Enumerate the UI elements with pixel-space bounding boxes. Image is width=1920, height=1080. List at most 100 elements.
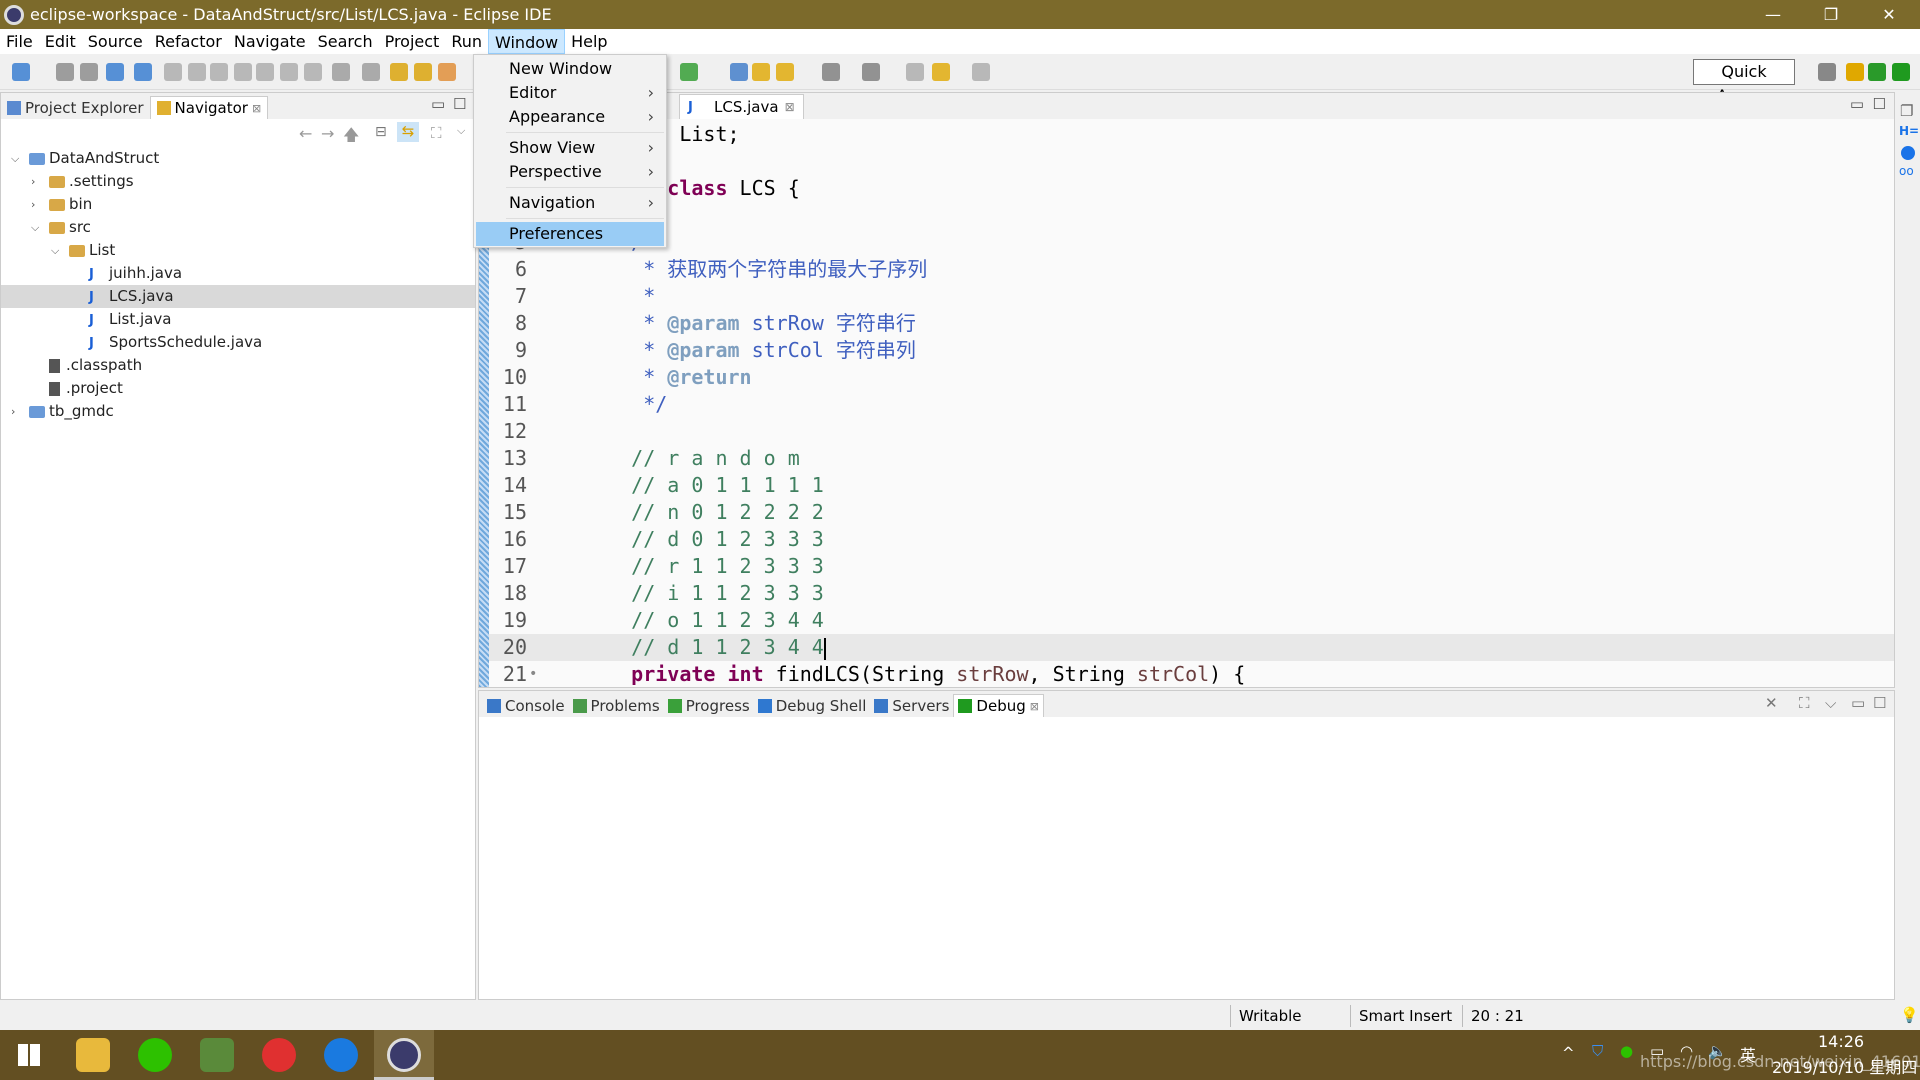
run-icon[interactable] bbox=[680, 63, 698, 81]
open-type-icon[interactable] bbox=[730, 63, 748, 81]
terminate-icon[interactable] bbox=[210, 63, 228, 81]
expand-icon[interactable]: › bbox=[11, 400, 15, 423]
tab-console[interactable]: Console bbox=[483, 695, 569, 717]
java-ee-perspective-icon[interactable] bbox=[1846, 63, 1864, 81]
wechat-tray-icon[interactable]: ● bbox=[1620, 1042, 1633, 1060]
tree-item[interactable]: Jjuihh.java bbox=[1, 262, 475, 285]
start-icon[interactable] bbox=[18, 1044, 40, 1066]
tree-item[interactable]: J List.java bbox=[1, 308, 475, 331]
menu-source[interactable]: Source bbox=[82, 29, 149, 54]
next-annotation-icon[interactable] bbox=[822, 63, 840, 81]
close-view-icon[interactable]: ⊠ bbox=[252, 102, 261, 115]
lightbulb-icon[interactable]: 💡 bbox=[1900, 1006, 1919, 1024]
task-list-icon[interactable] bbox=[1901, 146, 1915, 160]
menu-edit[interactable]: Edit bbox=[39, 29, 82, 54]
back-icon[interactable]: ← bbox=[299, 124, 312, 143]
collapse-icon[interactable]: ⌵ bbox=[11, 147, 19, 170]
tab-navigator[interactable]: Navigator ⊠ bbox=[149, 96, 269, 119]
last-edit-icon[interactable] bbox=[906, 63, 924, 81]
expand-icon[interactable]: › bbox=[31, 193, 35, 216]
run-to-line-icon[interactable] bbox=[390, 63, 408, 81]
tree-item[interactable]: ⌵ DataAndStruct bbox=[1, 147, 475, 170]
minimize-editor-icon[interactable]: ▭ bbox=[1850, 95, 1864, 113]
menu-file[interactable]: File bbox=[0, 29, 39, 54]
close-view-icon[interactable]: ⊠ bbox=[1030, 700, 1039, 713]
security-icon[interactable]: ⛉ bbox=[1592, 1042, 1603, 1060]
restore-icon[interactable]: ❐ bbox=[1900, 102, 1913, 120]
back-icon[interactable] bbox=[932, 63, 950, 81]
expand-icon[interactable]: › bbox=[31, 170, 35, 193]
menu-item-editor[interactable]: Editor › bbox=[476, 81, 664, 105]
maximize-editor-icon[interactable]: ☐ bbox=[1873, 95, 1886, 113]
minimize-view-icon[interactable]: ▭ bbox=[431, 95, 445, 113]
view-menu-icon[interactable]: ⌵ bbox=[457, 124, 465, 138]
breakpoints-icon[interactable]: oo bbox=[1899, 164, 1914, 178]
menu-item-perspective[interactable]: Perspective › bbox=[476, 160, 664, 184]
save-icon[interactable] bbox=[56, 63, 74, 81]
tree-item[interactable]: J LCS.java bbox=[1, 285, 475, 308]
toggle-mark-occurrences-icon[interactable] bbox=[438, 63, 456, 81]
tree-item[interactable]: .classpath bbox=[1, 354, 475, 377]
menu-item-navigation[interactable]: Navigation › bbox=[476, 191, 664, 215]
menu-project[interactable]: Project bbox=[379, 29, 446, 54]
tab-progress[interactable]: Progress bbox=[664, 695, 754, 717]
menu-help[interactable]: Help bbox=[565, 29, 613, 54]
quick-access-input[interactable]: Quick Access bbox=[1693, 59, 1795, 105]
debug-target-icon[interactable] bbox=[106, 63, 124, 81]
tree-item[interactable]: J SportsSchedule.java bbox=[1, 331, 475, 354]
code-editor[interactable]: 1package List;23public class LCS {45 /**… bbox=[479, 119, 1894, 687]
tree-item[interactable]: .project bbox=[1, 377, 475, 400]
pin-icon[interactable]: ⛶ bbox=[1799, 694, 1810, 712]
maximize-panel-icon[interactable]: ☐ bbox=[1873, 694, 1886, 712]
view-menu-icon[interactable]: ⌵ bbox=[1825, 694, 1836, 712]
menu-run[interactable]: Run bbox=[445, 29, 488, 54]
step-into-icon[interactable] bbox=[256, 63, 274, 81]
menu-window[interactable]: Window bbox=[488, 29, 566, 54]
collapse-icon[interactable]: ⌵ bbox=[51, 239, 59, 262]
menu-search[interactable]: Search bbox=[312, 29, 379, 54]
watch-icon[interactable] bbox=[414, 63, 432, 81]
restore-button[interactable]: ❐ bbox=[1802, 0, 1860, 29]
menu-item-appearance[interactable]: Appearance › bbox=[476, 105, 664, 129]
link-editor-icon[interactable]: ⇆ bbox=[397, 122, 419, 142]
prev-annotation-icon[interactable] bbox=[862, 63, 880, 81]
tab-debug-shell[interactable]: Debug Shell bbox=[754, 695, 871, 717]
debug-perspective-icon[interactable] bbox=[1892, 63, 1910, 81]
disconnect-icon[interactable] bbox=[234, 63, 252, 81]
menu-item-preferences[interactable]: Preferences bbox=[476, 222, 664, 246]
tree-item[interactable]: › tb_gmdc bbox=[1, 400, 475, 423]
tab-project-explorer[interactable]: Project Explorer bbox=[1, 97, 150, 119]
tab-problems[interactable]: Problems bbox=[569, 695, 664, 717]
forward-icon[interactable] bbox=[972, 63, 990, 81]
tab-debug[interactable]: Debug ⊠ bbox=[953, 694, 1044, 717]
minimize-panel-icon[interactable]: ▭ bbox=[1851, 694, 1865, 712]
tab-servers[interactable]: Servers bbox=[870, 695, 953, 717]
tree-item[interactable]: › .settings bbox=[1, 170, 475, 193]
tree-item[interactable]: ⌵ List bbox=[1, 239, 475, 262]
tree-item[interactable]: ⌵ src bbox=[1, 216, 475, 239]
tray-expand-icon[interactable]: ^ bbox=[1562, 1044, 1575, 1062]
open-perspective-icon[interactable] bbox=[1818, 63, 1836, 81]
wechat-icon[interactable] bbox=[138, 1038, 172, 1072]
remove-all-icon[interactable]: ✕ bbox=[1765, 694, 1778, 712]
new-icon[interactable] bbox=[12, 63, 30, 81]
open-task-icon[interactable] bbox=[752, 63, 770, 81]
eclipse-taskbar-button[interactable] bbox=[374, 1030, 434, 1080]
save-all-icon[interactable] bbox=[80, 63, 98, 81]
focus-icon[interactable]: ⛶ bbox=[431, 124, 442, 142]
use-step-filters-icon[interactable] bbox=[332, 63, 350, 81]
forward-icon[interactable]: → bbox=[321, 124, 334, 143]
file-explorer-icon[interactable] bbox=[76, 1038, 110, 1072]
tree-item[interactable]: › bin bbox=[1, 193, 475, 216]
drop-to-frame-icon[interactable] bbox=[362, 63, 380, 81]
close-tab-icon[interactable]: ⊠ bbox=[785, 100, 795, 114]
collapse-all-icon[interactable]: ⊟ bbox=[375, 124, 387, 140]
clock-time[interactable]: 14:26 bbox=[1818, 1032, 1864, 1051]
resume-icon[interactable] bbox=[164, 63, 182, 81]
menu-item-show-view[interactable]: Show View › bbox=[476, 136, 664, 160]
maximize-view-icon[interactable]: ☐ bbox=[453, 95, 466, 113]
collapse-icon[interactable]: ⌵ bbox=[31, 216, 39, 239]
outline-icon[interactable]: H= bbox=[1899, 124, 1919, 138]
close-button[interactable]: ✕ bbox=[1860, 0, 1918, 29]
tab-lcs-java[interactable]: J LCS.java ⊠ bbox=[679, 94, 804, 119]
